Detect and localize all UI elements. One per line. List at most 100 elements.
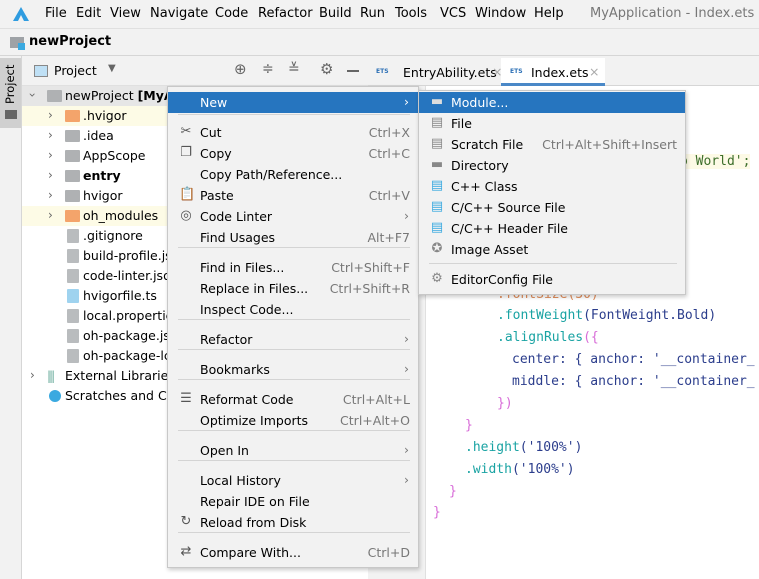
library-icon: ||| xyxy=(47,369,55,383)
menu-code[interactable]: Code xyxy=(215,6,248,21)
window-title: MyApplication - Index.ets [en xyxy=(590,6,759,21)
menu-run[interactable]: Run xyxy=(360,6,385,21)
menu-item-label: File xyxy=(451,116,472,131)
tree-item-label: hvigorfile.ts xyxy=(83,288,157,303)
module-folder-icon xyxy=(65,170,80,182)
gear-icon[interactable]: ⚙ xyxy=(320,60,333,78)
minimize-icon[interactable] xyxy=(347,70,359,72)
chevron-right-icon: › xyxy=(404,361,409,376)
menu-separator xyxy=(178,532,410,533)
shortcut-label: Ctrl+Shift+R xyxy=(329,281,410,296)
project-view-selector[interactable]: Project xyxy=(54,63,97,78)
menu-item-paste[interactable]: 📋 Paste Ctrl+V xyxy=(168,185,418,206)
menu-item-find-usages[interactable]: Find Usages Alt+F7 xyxy=(168,227,418,248)
menu-view[interactable]: View xyxy=(110,6,141,21)
menu-item-bookmarks[interactable]: Bookmarks › xyxy=(168,359,418,380)
chevron-right-icon[interactable]: › xyxy=(48,128,53,142)
menu-vcs[interactable]: VCS xyxy=(440,6,466,21)
menu-help[interactable]: Help xyxy=(534,6,564,21)
chevron-right-icon: › xyxy=(404,208,409,223)
menu-item-code-linter[interactable]: ◎ Code Linter › xyxy=(168,206,418,227)
menu-item-reformat-code[interactable]: ☰ Reformat Code Ctrl+Alt+L xyxy=(168,389,418,410)
json-file-icon xyxy=(67,329,79,343)
tree-item-label: .hvigor xyxy=(83,108,127,123)
code-line: o World'; xyxy=(680,154,751,169)
module-folder-icon xyxy=(47,90,62,102)
submenu-item-cpp-class[interactable]: ▤ C++ Class xyxy=(419,176,685,197)
menu-item-replace-in-files[interactable]: Replace in Files... Ctrl+Shift+R xyxy=(168,278,418,299)
tree-item-label: local.propertie xyxy=(83,308,174,323)
menu-item-label: Module... xyxy=(451,95,509,110)
submenu-item-scratch-file[interactable]: ▤ Scratch File Ctrl+Alt+Shift+Insert xyxy=(419,134,685,155)
menu-item-reload-from-disk[interactable]: ↻ Reload from Disk xyxy=(168,512,418,533)
tree-item-label: .idea xyxy=(83,128,114,143)
editorconfig-icon: ⚙ xyxy=(431,271,443,286)
tool-window-strip xyxy=(0,56,22,579)
module-badge-icon xyxy=(18,43,25,50)
chevron-right-icon[interactable]: › xyxy=(48,148,53,162)
project-tool-tab[interactable]: Project xyxy=(0,58,21,128)
menu-item-inspect-code[interactable]: Inspect Code... xyxy=(168,299,418,320)
submenu-item-editorconfig[interactable]: ⚙ EditorConfig File xyxy=(419,269,685,290)
shortcut-label: Ctrl+V xyxy=(368,188,410,203)
chevron-down-icon[interactable]: › xyxy=(25,93,39,98)
menu-item-refactor[interactable]: Refactor › xyxy=(168,329,418,350)
menu-build[interactable]: Build xyxy=(319,6,352,21)
menu-item-copy-path-reference[interactable]: Copy Path/Reference... xyxy=(168,164,418,185)
code-line: .fontWeight(FontWeight.Bold) xyxy=(497,308,717,323)
menu-item-label: Find in Files... xyxy=(200,260,285,275)
menu-tools[interactable]: Tools xyxy=(395,6,427,21)
submenu-item-file[interactable]: ▤ File xyxy=(419,113,685,134)
shortcut-label: Ctrl+X xyxy=(368,125,410,140)
chevron-right-icon: › xyxy=(404,442,409,457)
properties-file-icon xyxy=(67,309,79,323)
tab-entryability[interactable]: ETS EntryAbility.ets × xyxy=(374,58,504,86)
submenu-item-image-asset[interactable]: ✪ Image Asset xyxy=(419,239,685,260)
menu-item-copy[interactable]: ❐ Copy Ctrl+C xyxy=(168,143,418,164)
chevron-right-icon: › xyxy=(404,331,409,346)
menu-item-repair-ide-on-file[interactable]: Repair IDE on File xyxy=(168,491,418,512)
menu-item-label: Code Linter xyxy=(200,209,273,224)
menu-item-label: C/C++ Source File xyxy=(451,200,566,215)
locate-icon[interactable]: ⊕ xyxy=(234,60,247,78)
menu-item-compare-with[interactable]: ⇄ Compare With... Ctrl+D xyxy=(168,542,418,563)
project-name[interactable]: newProject xyxy=(29,34,111,49)
chevron-right-icon[interactable]: › xyxy=(30,368,35,382)
chevron-down-icon[interactable]: ▼ xyxy=(108,63,116,74)
submenu-item-c-header-file[interactable]: ▤ C/C++ Header File xyxy=(419,218,685,239)
menu-file[interactable]: File xyxy=(45,6,67,21)
code-line: } xyxy=(449,484,457,499)
menu-item-cut[interactable]: ✂ Cut Ctrl+X xyxy=(168,122,418,143)
menu-item-label: Replace in Files... xyxy=(200,281,309,296)
menu-item-label: Copy Path/Reference... xyxy=(200,167,343,182)
menu-item-find-in-files[interactable]: Find in Files... Ctrl+Shift+F xyxy=(168,257,418,278)
menu-navigate[interactable]: Navigate xyxy=(150,6,208,21)
menu-item-label: Repair IDE on File xyxy=(200,494,310,509)
chevron-right-icon[interactable]: › xyxy=(48,168,53,182)
code-line: .alignRules({ xyxy=(497,330,599,345)
menu-refactor[interactable]: Refactor xyxy=(258,6,313,21)
menu-separator xyxy=(178,379,410,380)
folder-icon xyxy=(65,190,80,202)
chevron-right-icon[interactable]: › xyxy=(48,188,53,202)
menu-item-new[interactable]: New › xyxy=(168,92,418,113)
chevron-right-icon[interactable]: › xyxy=(48,208,53,222)
submenu-item-directory[interactable]: ▬ Directory xyxy=(419,155,685,176)
menu-window[interactable]: Window xyxy=(475,6,526,21)
collapse-all-icon[interactable]: ≚ xyxy=(288,61,300,77)
menu-item-optimize-imports[interactable]: Optimize Imports Ctrl+Alt+O xyxy=(168,410,418,431)
ignore-file-icon xyxy=(67,229,79,243)
shortcut-label: Ctrl+Alt+Shift+Insert xyxy=(542,137,677,152)
chevron-right-icon[interactable]: › xyxy=(48,108,53,122)
project-tool-tab-label: Project xyxy=(3,64,17,104)
menu-item-open-in[interactable]: Open In › xyxy=(168,440,418,461)
submenu-item-module-folder[interactable]: ▬ Module... xyxy=(419,92,685,113)
submenu-item-c-source-file[interactable]: ▤ C/C++ Source File xyxy=(419,197,685,218)
close-icon[interactable]: × xyxy=(589,64,599,79)
menu-edit[interactable]: Edit xyxy=(76,6,101,21)
code-line: middle: { anchor: '__container_ xyxy=(512,374,755,389)
tree-item-label: hvigor xyxy=(83,188,123,203)
menu-item-local-history[interactable]: Local History › xyxy=(168,470,418,491)
tab-index[interactable]: ETS Index.ets × xyxy=(501,58,605,86)
expand-all-icon[interactable]: ≑ xyxy=(262,61,274,77)
